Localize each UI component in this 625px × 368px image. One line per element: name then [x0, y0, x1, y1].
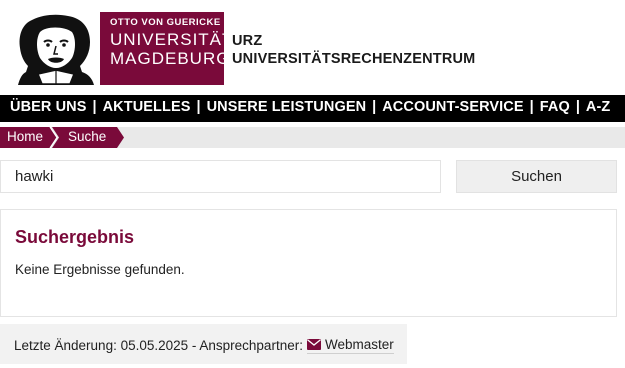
logo-line-1: OTTO VON GUERICKE — [110, 17, 221, 28]
nav-item-account-service[interactable]: ACCOUNT-SERVICE — [382, 99, 523, 115]
nav-separator: | — [196, 99, 201, 115]
breadcrumb: Home Suche — [0, 127, 625, 148]
nav-item-aktuelles[interactable]: AKTUELLES — [103, 99, 191, 115]
breadcrumb-current-search[interactable]: Suche — [68, 129, 106, 144]
nav-separator: | — [372, 99, 377, 115]
nav-item-ueber-uns[interactable]: ÜBER UNS — [10, 99, 87, 115]
nav-item-unsere-leistungen[interactable]: UNSERE LEISTUNGEN — [207, 99, 367, 115]
mail-icon — [306, 339, 321, 350]
page-footer: Letzte Änderung: 05.05.2025 - Ansprechpa… — [0, 324, 407, 364]
department-long: UNIVERSITÄTSRECHENZENTRUM — [232, 51, 476, 67]
main-navigation: ÜBER UNS | AKTUELLES | UNSERE LEISTUNGEN… — [0, 95, 625, 122]
no-results-message: Keine Ergebnisse gefunden. — [15, 262, 185, 277]
search-input[interactable] — [0, 160, 441, 193]
last-modified-text: Letzte Änderung: 05.05.2025 - Ansprechpa… — [14, 338, 303, 353]
webmaster-label: Webmaster — [324, 337, 394, 352]
webmaster-link[interactable]: Webmaster — [306, 337, 394, 354]
logo-line-3: MAGDEBURG — [110, 49, 231, 68]
nav-separator: | — [575, 99, 580, 115]
search-button[interactable]: Suchen — [456, 160, 617, 193]
nav-separator: | — [92, 99, 97, 115]
department-short: URZ — [232, 33, 263, 49]
university-logo[interactable]: OTTO VON GUERICKE UNIVERSITÄT MAGDEBURG — [12, 12, 232, 85]
logo-wordmark: OTTO VON GUERICKE UNIVERSITÄT MAGDEBURG — [100, 12, 232, 85]
nav-item-a-z[interactable]: A-Z — [586, 99, 610, 115]
search-results-panel: Suchergebnis Keine Ergebnisse gefunden. — [0, 209, 617, 317]
nav-item-faq[interactable]: FAQ — [540, 99, 570, 115]
results-title: Suchergebnis — [15, 227, 135, 247]
nav-separator: | — [529, 99, 534, 115]
department-name[interactable]: URZ UNIVERSITÄTSRECHENZENTRUM — [232, 32, 475, 68]
site-header: OTTO VON GUERICKE UNIVERSITÄT MAGDEBURG … — [0, 0, 625, 95]
logo-line-2: UNIVERSITÄT — [110, 30, 234, 49]
guericke-portrait-icon — [12, 12, 100, 85]
breadcrumb-home-link[interactable]: Home — [7, 129, 43, 144]
